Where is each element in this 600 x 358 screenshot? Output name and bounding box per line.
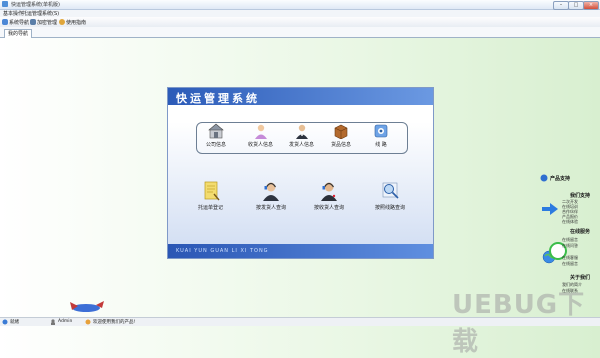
sender-info-button[interactable]: 发货人信息 (289, 123, 314, 148)
tab-bar: 我的导航 (0, 27, 600, 38)
sidebar-title: 产品支持 (550, 176, 571, 182)
menu-basic-ops[interactable]: 基本操作 (3, 10, 23, 17)
menu-shipping[interactable]: 托运管理 (22, 10, 42, 17)
form-icon (204, 181, 220, 201)
menu-system[interactable]: 系统(S) (42, 10, 59, 17)
sender-info-label: 发货人信息 (289, 142, 315, 148)
arrow-icon (542, 203, 558, 215)
sidebar-section-support: 我们支持 (570, 193, 591, 199)
maximize-button[interactable]: □ (568, 1, 584, 10)
guide-button[interactable]: 使用指南 (59, 18, 86, 26)
query-by-sender-button[interactable]: 按发货人查询 (256, 180, 286, 211)
nav-icon (2, 19, 8, 25)
close-button[interactable]: × (583, 1, 599, 10)
user-icon (51, 319, 55, 325)
menu-bar: 基本操作 托运管理 系统(S) (0, 10, 600, 17)
query-by-sender-label: 按发货人查询 (256, 205, 287, 211)
sender-query-icon (263, 182, 279, 201)
app-icon (2, 1, 8, 7)
support-icon (540, 174, 548, 182)
building-icon (208, 123, 224, 139)
status-user: Admin (58, 319, 73, 324)
query-by-route-button[interactable]: 按照线路查询 (375, 180, 405, 211)
panel-footer: KUAI YUN GUAN LI XI TONG (168, 244, 433, 258)
receiver-info-label: 收货人信息 (248, 142, 274, 148)
goods-info-label: 货品信息 (331, 142, 352, 148)
waybill-register-label: 托运单登记 (198, 205, 224, 211)
sidebar-link[interactable]: 在线留言 (562, 261, 578, 267)
receiver-info-button[interactable]: 收货人信息 (248, 123, 273, 148)
nav-button-label: 系统导航 (9, 19, 30, 26)
sidebar-link[interactable]: 在线问答 (562, 243, 578, 249)
route-icon (374, 124, 388, 138)
help-icon (59, 19, 65, 25)
product-support-sidebar: 产品支持 我们支持 二次开发 在线培训 合作伙伴 产品报价 在线体验 在线服务 … (540, 172, 598, 297)
sender-person-icon (295, 124, 308, 139)
window-title: 快运管理系统(单机版) (11, 2, 60, 8)
query-by-receiver-label: 按收货人查询 (314, 205, 345, 211)
company-info-button[interactable]: 公司信息 (206, 123, 226, 148)
receiver-person-icon (254, 124, 267, 139)
company-info-label: 公司信息 (206, 142, 227, 148)
route-button[interactable]: 线 路 (373, 123, 389, 148)
route-search-icon (382, 182, 399, 199)
tab-my-navigation[interactable]: 我的导航 (4, 29, 33, 38)
minimize-button[interactable]: – (553, 1, 569, 10)
sidebar-section-online: 在线服务 (570, 229, 591, 235)
status-welcome: 欢迎使用我们的产品! (93, 320, 136, 325)
route-label: 线 路 (375, 142, 387, 148)
waybill-register-button[interactable]: 托运单登记 (198, 180, 223, 211)
sidebar-link[interactable]: 在线体验 (562, 219, 578, 225)
guide-button-label: 使用指南 (66, 19, 87, 26)
info-icon (85, 319, 91, 325)
receiver-query-icon (321, 182, 337, 201)
ready-icon (2, 319, 8, 325)
encrypt-button[interactable]: 加密管理 (30, 18, 57, 26)
panel-header: 快运管理系统 (168, 88, 433, 105)
encrypt-button-label: 加密管理 (37, 19, 58, 26)
status-ready: 就绪 (10, 320, 19, 325)
query-by-receiver-button[interactable]: 按收货人查询 (314, 180, 344, 211)
goods-info-button[interactable]: 货品信息 (331, 123, 351, 148)
nav-button[interactable]: 系统导航 (2, 18, 29, 26)
panel-pinyin: KUAI YUN GUAN LI XI TONG (176, 248, 269, 254)
lock-icon (30, 19, 36, 25)
panel-title: 快运管理系统 (176, 92, 260, 105)
package-icon (334, 124, 348, 139)
title-bar: 快运管理系统(单机版) – □ × (0, 0, 600, 10)
main-panel: 快运管理系统 公司信息 收货人信息 发货人信息 货品信息 线 路 托运单登记 按… (167, 87, 434, 259)
decorative-plane-icon (70, 301, 104, 312)
query-by-route-label: 按照线路查询 (375, 205, 406, 211)
sidebar-section-about: 关于我们 (570, 275, 591, 281)
